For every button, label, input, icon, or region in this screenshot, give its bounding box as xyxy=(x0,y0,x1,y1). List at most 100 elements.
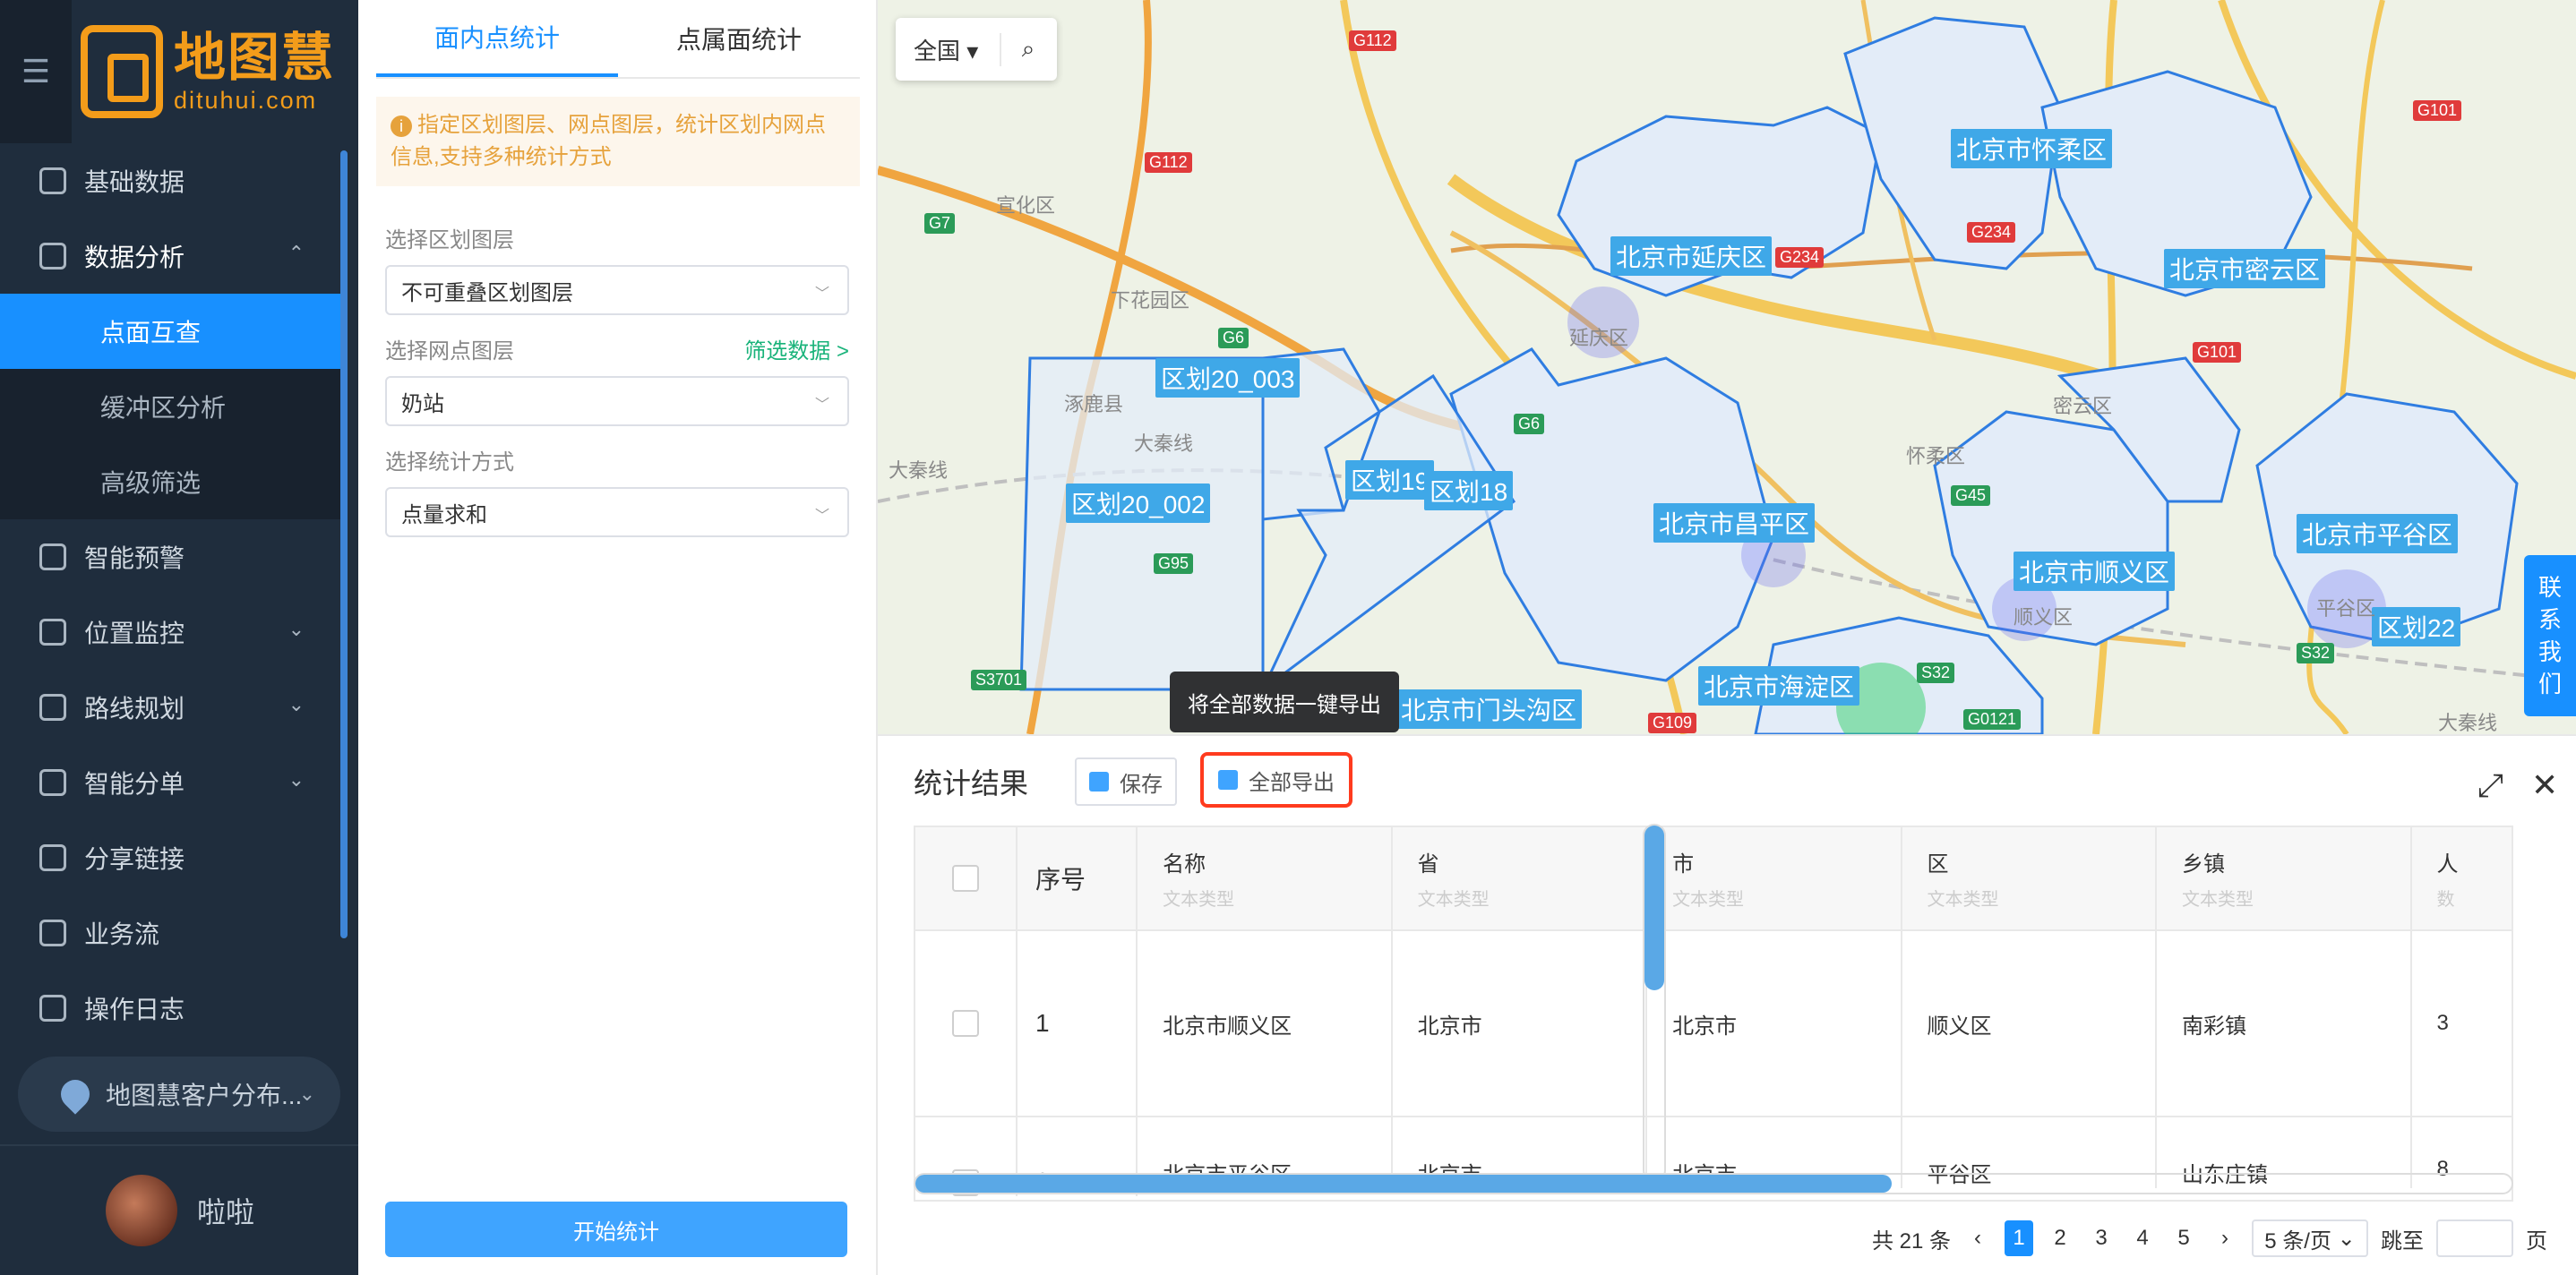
column-header-extra[interactable]: 人数 xyxy=(2412,827,2512,929)
fullscreen-icon[interactable]: ⤢ xyxy=(2477,766,2503,805)
sidebar-item-workflow[interactable]: 业务流 xyxy=(0,895,340,971)
page-1[interactable]: 1 xyxy=(2005,1220,2034,1256)
chevron-down-icon: ⌄ xyxy=(288,768,305,791)
district-label[interactable]: 区划20_003 xyxy=(1155,358,1301,398)
results-table: 序号 名称 文本类型 省文本类型 市文本类型 区文本类型 乡镇 文本类型 人数 1 … xyxy=(914,826,2513,1202)
row-checkbox[interactable] xyxy=(952,1010,980,1037)
upload-icon xyxy=(1218,770,1238,790)
prev-page-icon[interactable]: ‹ xyxy=(1963,1220,1992,1256)
region-dropdown[interactable]: 全国 ▾ xyxy=(896,32,1001,66)
scroll-thumb[interactable] xyxy=(1644,826,1664,990)
district-label[interactable]: 北京市怀柔区 xyxy=(1951,129,2113,168)
district-label[interactable]: 北京市密云区 xyxy=(2164,249,2326,288)
page-size-select[interactable]: 5 条/页 ⌄ xyxy=(2252,1219,2369,1257)
save-icon xyxy=(1089,772,1109,792)
district-label[interactable]: 区划20_002 xyxy=(1066,483,1211,523)
client-map-selector[interactable]: 地图慧客户分布... ⌄ xyxy=(18,1057,340,1132)
page-4[interactable]: 4 xyxy=(2128,1220,2157,1256)
contact-us-button[interactable]: 联 系 我 们 xyxy=(2524,555,2576,716)
cell-city: 北京市 xyxy=(1647,931,1902,1116)
sidebar-item-operation-log[interactable]: 操作日志 xyxy=(0,971,340,1046)
sidebar-item-advanced-filter[interactable]: 高级筛选 xyxy=(0,444,340,519)
district-label[interactable]: 区划19 xyxy=(1345,460,1435,500)
point-layer-select[interactable]: 奶站 ﹀ xyxy=(385,376,849,426)
sidebar-item-smart-alert[interactable]: 智能预警 xyxy=(0,519,340,595)
district-label[interactable]: 区划22 xyxy=(2372,607,2461,646)
logo-title: 地图慧 xyxy=(174,29,336,87)
select-all-checkbox[interactable] xyxy=(952,865,980,892)
road-shield: G101 xyxy=(2413,100,2462,121)
page-2[interactable]: 2 xyxy=(2046,1220,2074,1256)
road-shield: G6 xyxy=(1514,414,1545,434)
point-layer-label: 选择网点图层 xyxy=(385,339,514,364)
column-header-index[interactable]: 序号 xyxy=(1018,827,1138,929)
place-label: 大秦线 xyxy=(889,459,949,482)
location-icon xyxy=(39,619,66,646)
scroll-thumb[interactable] xyxy=(915,1175,1892,1193)
column-header-town[interactable]: 乡镇 文本类型 xyxy=(2157,827,2412,929)
sidebar-item-point-area-query[interactable]: 点面互查 xyxy=(0,294,340,369)
pagination: 共 21 条 ‹ 1 2 3 4 5 › 5 条/页 ⌄ 跳至 页 xyxy=(1872,1214,2571,1262)
district-label[interactable]: 北京市延庆区 xyxy=(1610,236,1773,276)
sidebar-scrollbar[interactable] xyxy=(340,150,348,938)
method-label: 选择统计方式 xyxy=(385,450,514,475)
tab-points-in-area[interactable]: 面内点统计 xyxy=(376,0,618,77)
sidebar-item-data-analysis[interactable]: 数据分析 ⌃ xyxy=(0,218,340,294)
map-canvas[interactable]: 全国 ▾ ⌕ 北京市怀柔区 北京市延庆区 北京市密云区 北京市昌平区 北京市顺义… xyxy=(878,0,2576,734)
column-header-district[interactable]: 区文本类型 xyxy=(1902,827,2158,929)
place-label: 涿鹿县 xyxy=(1064,393,1124,415)
next-page-icon[interactable]: › xyxy=(2211,1220,2239,1256)
district-label[interactable]: 区划18 xyxy=(1424,471,1514,510)
district-label[interactable]: 北京市门头沟区 xyxy=(1395,689,1583,729)
database-icon xyxy=(39,167,66,194)
avatar xyxy=(106,1175,177,1246)
logo-mark xyxy=(81,25,163,118)
district-label[interactable]: 北京市顺义区 xyxy=(2014,552,2176,591)
column-header-city[interactable]: 市文本类型 xyxy=(1647,827,1902,929)
jump-page-input[interactable] xyxy=(2436,1219,2514,1257)
road-shield: G45 xyxy=(1951,485,1991,506)
workflow-icon xyxy=(39,920,66,946)
chevron-down-icon: ⌄ xyxy=(298,1082,315,1105)
tab-area-of-points[interactable]: 点属面统计 xyxy=(618,0,860,77)
column-header-province[interactable]: 省文本类型 xyxy=(1393,827,1648,929)
table-vertical-scrollbar[interactable] xyxy=(1643,824,1666,1182)
district-label[interactable]: 北京市平谷区 xyxy=(2297,514,2459,553)
sidebar-item-route-planning[interactable]: 路线规划 ⌄ xyxy=(0,670,340,745)
page-3[interactable]: 3 xyxy=(2087,1220,2116,1256)
sidebar-item-basic-data[interactable]: 基础数据 xyxy=(0,143,340,218)
sidebar-item-buffer-analysis[interactable]: 缓冲区分析 xyxy=(0,369,340,444)
map-pin-icon xyxy=(55,1074,96,1115)
district-label[interactable]: 北京市海淀区 xyxy=(1698,666,1860,706)
region-layer-select[interactable]: 不可重叠区划图层 ﹀ xyxy=(385,265,849,315)
sidebar-item-location-monitor[interactable]: 位置监控 ⌄ xyxy=(0,595,340,670)
collapse-menu-icon[interactable]: ☰ xyxy=(0,0,72,143)
close-icon[interactable]: ✕ xyxy=(2531,766,2558,804)
start-statistics-button[interactable]: 开始统计 xyxy=(385,1202,847,1257)
road-shield: G101 xyxy=(2193,342,2242,363)
filter-data-link[interactable]: 筛选数据 > xyxy=(744,333,849,364)
road-shield: S32 xyxy=(1917,663,1955,683)
table-header: 序号 名称 文本类型 省文本类型 市文本类型 区文本类型 乡镇 文本类型 人数 xyxy=(915,827,2512,931)
export-all-button[interactable]: 全部导出 xyxy=(1200,752,1352,808)
page-unit-label: 页 xyxy=(2526,1228,2548,1254)
sidebar-item-smart-dispatch[interactable]: 智能分单 ⌄ xyxy=(0,745,340,820)
search-icon[interactable]: ⌕ xyxy=(1001,35,1055,64)
column-header-name[interactable]: 名称 文本类型 xyxy=(1138,827,1393,929)
chevron-down-icon: ⌄ xyxy=(288,693,305,715)
place-label: 大秦线 xyxy=(2438,712,2498,734)
panel-tabs: 面内点统计 点属面统计 xyxy=(376,0,860,79)
save-button[interactable]: 保存 xyxy=(1075,757,1177,806)
user-name: 啦啦 xyxy=(197,1196,255,1228)
place-label: 宣化区 xyxy=(996,194,1056,217)
user-profile[interactable]: 啦啦 xyxy=(0,1144,358,1275)
page-5[interactable]: 5 xyxy=(2169,1220,2198,1256)
table-row[interactable]: 1 北京市顺义区 北京市 北京市 顺义区 南彩镇 3 xyxy=(915,931,2512,1117)
district-label[interactable]: 北京市昌平区 xyxy=(1653,503,1816,543)
place-label: 顺义区 xyxy=(2014,606,2074,629)
alert-icon xyxy=(39,543,66,570)
sidebar-item-share-link[interactable]: 分享链接 xyxy=(0,820,340,895)
log-icon xyxy=(39,995,66,1022)
table-horizontal-scrollbar[interactable] xyxy=(914,1173,2513,1194)
method-select[interactable]: 点量求和 ﹀ xyxy=(385,487,849,537)
